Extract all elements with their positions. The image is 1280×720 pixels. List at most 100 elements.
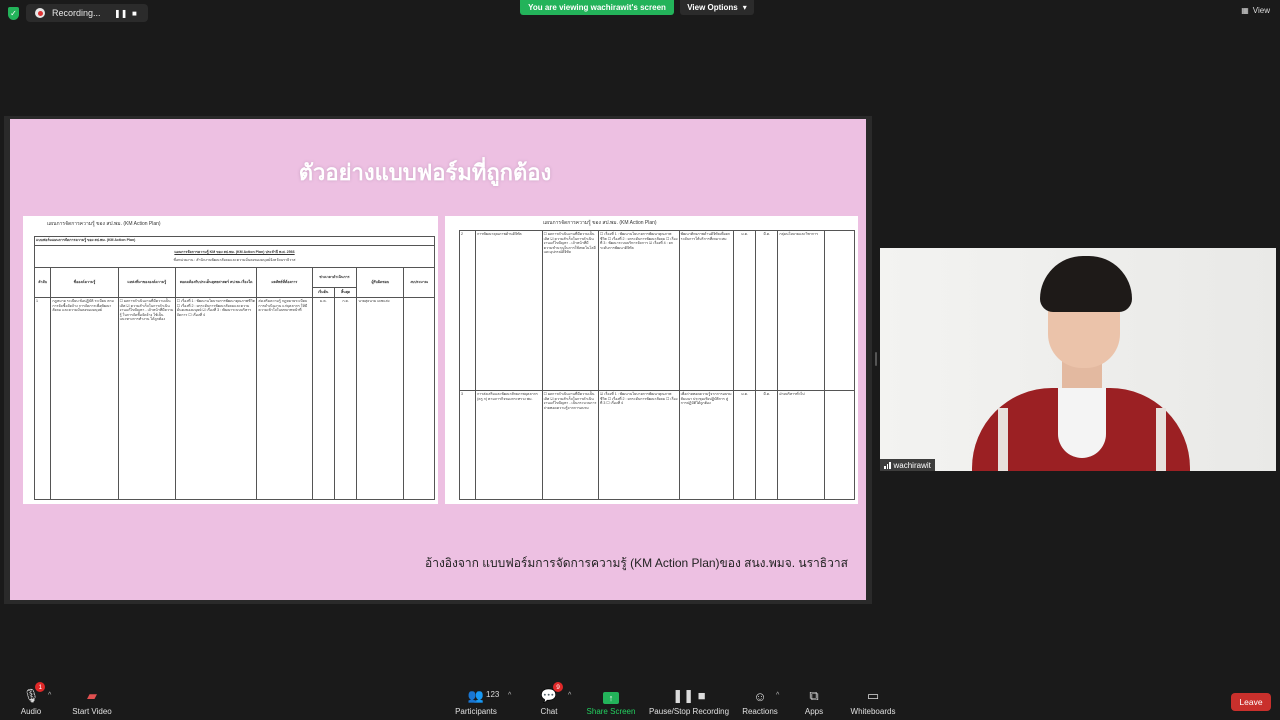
participant-name-label: wachirawit [880,459,935,471]
jacket-stripe [998,408,1008,471]
recording-dot-icon [35,8,45,18]
cell-end: ก.ค. [333,297,358,500]
participant-video-tile[interactable]: wachirawit [880,248,1276,471]
cell-end: มี.ค. [755,230,779,391]
col-header-owner: ผู้รับผิดชอบ [356,267,405,298]
slide-caption: อ้างอิงจาก แบบฟอร์มการจัดการความรู้ (KM … [425,556,848,570]
cell-no: 2 [458,230,477,391]
participants-label: Participants [455,707,497,716]
km-plan-table-2: 2 การพัฒนาคุณภาพด้านดิจิทัล ☐ ผลการดำเนิ… [458,230,856,500]
doc-header: แผนการจัดการความรู้ ของ สป.พม. (KM Actio… [47,221,161,227]
stop-recording-icon[interactable]: ■ [132,9,137,18]
km-form-document-2: แผนการจัดการความรู้ ของ สป.พม. (KM Actio… [445,216,858,504]
participants-caret-icon[interactable]: ^ [508,692,511,699]
cell-strategy: ☐ เรื่องที่ 1 : พัฒนานโยบายการพัฒนาคุณภา… [598,230,680,391]
whiteboards-label: Whiteboards [850,707,896,716]
cell-result: ส่งเสริมความรู้ กฎหมายระเบียบการดำเนินงา… [256,297,313,500]
plan-title: แผนการจัดการความรู้ KM ของ สป.พม. (KM Ac… [174,250,295,255]
chat-badge: 9 [553,682,564,692]
chat-button[interactable]: 💬 9 Chat [519,682,579,720]
share-screen-icon: ↑ [603,692,619,704]
recording-indicator: Recording... ❚❚ ■ [26,4,148,22]
audio-badge: 1 [35,682,46,692]
chat-icon: 💬 9 [541,682,564,704]
cell-owner: กลุ่มนโยบายและวิชาการ [777,230,825,391]
signal-strength-icon [884,461,891,469]
col-header-budget: งบประมาณ [403,267,435,298]
chevron-down-icon: ▾ [742,3,747,12]
participant-name: wachirawit [893,460,931,470]
cell-no: 1 [33,297,52,500]
reactions-icon: ☺ [753,689,767,704]
recording-label: Recording... [52,8,101,18]
shared-slide: ตัวอย่างแบบฟอร์มที่ถูกต้อง แผนการจัดการค… [10,119,866,600]
pause-stop-recording-button[interactable]: ❚❚ ■ Pause/Stop Recording [649,684,729,720]
table-row: 1 กฎหมาย ระเบียบ ข้อปฏิบัติ ระเบียบ ตามก… [33,297,435,500]
audio-options-caret-icon[interactable]: ^ [48,692,51,699]
form-title: แบบฟอร์มแผนการจัดการความรู้ ของ สป.พม. (… [34,236,435,246]
apps-label: Apps [804,707,824,716]
audio-label: Audio [20,707,42,716]
participants-count: 123 [486,690,500,699]
pause-recording-icon[interactable]: ❚❚ [114,9,127,18]
col-header-period: ช่วงเวลาดำเนินการ [311,267,358,288]
cell-no: 3 [458,390,477,500]
cell-start: ม.ค. [733,230,757,391]
start-video-button[interactable]: ▰ Start Video [62,684,122,720]
cell-source: ☐ ผลการดำเนินงานที่มีความเป็นเลิศ ☑ ความ… [541,390,600,500]
col-header-start: เริ่มต้น [311,287,335,298]
chat-label: Chat [540,707,558,716]
cell-strategy: ☑ เรื่องที่ 1 : พัฒนานโยบายการพัฒนาคุณภา… [598,390,680,500]
share-screen-label: Share Screen [586,707,636,716]
col-header-strategy: สอดคล้องกับประเด็นยุทธศาสตร์ สป.พม.เรื่อ… [174,267,258,298]
participant-shirt [1058,388,1106,458]
table-row: 3 การส่งเสริมและพัฒนาศักยภาพบุคลากร (ครู… [458,390,856,500]
cell-name: กฎหมาย ระเบียบ ข้อปฏิบัติ ระเบียบ ตามการ… [50,297,119,500]
cell-source: ☐ ผลการดำเนินงานที่มีความเป็นเลิศ ☑ ความ… [541,230,600,391]
km-plan-table-1: แบบฟอร์มแผนการจัดการความรู้ ของ สป.พม. (… [33,236,435,500]
cell-source: ☐ ผลการดำเนินงานที่มีความเป็นเลิศ ☑ ความ… [117,297,176,500]
share-screen-icon-wrap: ↑ [603,684,619,704]
share-screen-button[interactable]: ↑ Share Screen [581,684,641,720]
slide-title: ตัวอย่างแบบฟอร์มที่ถูกต้อง [298,160,552,185]
view-options-label: View Options [687,3,738,12]
col-header-end: สิ้นสุด [333,287,358,298]
whiteboards-button[interactable]: ▭ Whiteboards [843,684,903,720]
pause-stop-icon: ❚❚ ■ [672,688,706,703]
cell-name: การส่งเสริมและพัฒนาศักยภาพบุคลากร (ครู ก… [475,390,543,500]
col-header-name: ชื่อองค์ความรู้ [50,267,119,298]
meeting-toolbar: 🎙 1 Audio ^ ▰ Start Video 👥 Participants … [0,682,1280,720]
cell-result: พัฒนาศักยภาพด้านดิจิทัลเพื่อยกระดับการให… [678,230,735,391]
chat-caret-icon[interactable]: ^ [568,692,571,699]
audio-button[interactable]: 🎙 1 Audio [1,682,61,720]
cell-start: ม.ค. [311,297,335,500]
plan-title-cell: แผนการจัดการความรู้ KM ของ สป.พม. (KM Ac… [34,245,435,268]
leave-button[interactable]: Leave [1231,693,1271,711]
unit-line: ชื่อหน่วยงาน : สำนักงานพัฒนาสังคมและความ… [173,258,296,262]
start-video-label: Start Video [72,707,112,716]
cell-budget [823,230,856,391]
top-bar: ✓ Recording... ❚❚ ■ You are viewing wach… [0,0,1280,26]
view-label: View [1252,6,1270,15]
reactions-button[interactable]: ☺ Reactions [730,684,790,720]
viewing-screen-banner: You are viewing wachirawit's screen [520,0,674,15]
pause-stop-recording-label: Pause/Stop Recording [648,707,730,716]
view-layout-icon: ▦ [1241,6,1249,15]
reactions-caret-icon[interactable]: ^ [776,692,779,699]
cell-strategy: ☐ เรื่องที่ 1 : พัฒนานโยบายการพัฒนาคุณภา… [174,297,258,500]
whiteboard-icon: ▭ [866,688,880,703]
jacket-stripe [1156,408,1166,471]
view-options-button[interactable]: View Options ▾ [680,0,754,15]
reactions-label: Reactions [742,707,778,716]
apps-button[interactable]: ⧉ Apps [784,684,844,720]
view-button[interactable]: ▦ View [1241,6,1270,15]
panel-resize-handle[interactable] [875,352,877,366]
cell-budget [823,390,856,500]
cell-result: เพื่อถ่ายทอดความรู้จากการอบรม สัมมนา ประ… [678,390,735,500]
table-row: 2 การพัฒนาคุณภาพด้านดิจิทัล ☐ ผลการดำเนิ… [458,230,856,391]
km-form-document-1: แผนการจัดการความรู้ ของ สป.พม. (KM Actio… [23,216,438,504]
cell-start: ม.ค. [733,390,757,500]
cell-budget [403,297,435,500]
security-shield-icon[interactable]: ✓ [8,7,19,20]
col-header-no: ลำดับ [33,267,52,298]
